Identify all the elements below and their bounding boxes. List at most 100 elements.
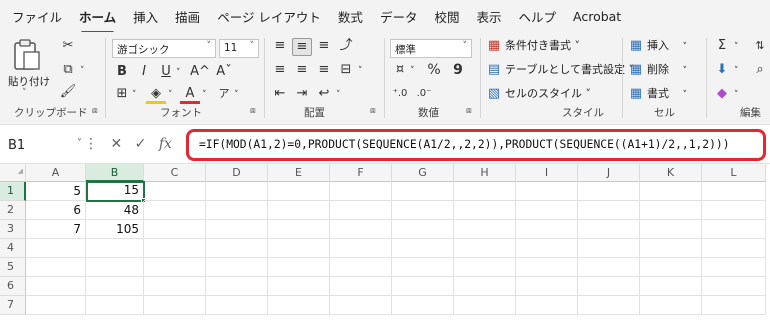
cell-c3[interactable] — [144, 220, 206, 239]
cell-f1[interactable] — [330, 182, 392, 201]
cell-g4[interactable] — [392, 239, 454, 258]
cell-i7[interactable] — [516, 296, 578, 315]
column-header-h[interactable]: H — [454, 164, 516, 182]
italic-button[interactable]: I — [134, 64, 154, 80]
cell-b6[interactable] — [86, 277, 144, 296]
cell-e4[interactable] — [268, 239, 330, 258]
column-header-k[interactable]: K — [640, 164, 702, 182]
increase-decimal-icon[interactable]: ⁺.0 — [390, 86, 410, 102]
cell-d4[interactable] — [206, 239, 268, 258]
conditional-format-button[interactable]: ▦ 条件付き書式 ˅ — [486, 38, 580, 54]
wrap-text-icon[interactable]: ↩ — [314, 86, 334, 102]
chevron-down-icon[interactable]: ˅ — [77, 138, 82, 149]
cell-h7[interactable] — [454, 296, 516, 315]
cell-j7[interactable] — [578, 296, 640, 315]
cell-l5[interactable] — [702, 258, 766, 277]
cell-b3[interactable]: 105 — [86, 220, 144, 239]
alignment-launcher-icon[interactable]: ⧈ — [370, 106, 376, 116]
decrease-decimal-icon[interactable]: .0⁻ — [414, 86, 434, 102]
cell-k5[interactable] — [640, 258, 702, 277]
align-middle-icon[interactable]: ≡ — [292, 38, 312, 56]
fill-color-dropdown-icon[interactable]: ˅ — [168, 87, 173, 103]
cell-h2[interactable] — [454, 201, 516, 220]
phonetic-icon[interactable]: ア — [214, 86, 234, 102]
underline-dropdown-icon[interactable]: ˅ — [176, 65, 181, 81]
row-header-6[interactable]: 6 — [0, 277, 26, 296]
select-all-corner[interactable]: ◢ — [0, 164, 26, 182]
cell-l2[interactable] — [702, 201, 766, 220]
cell-c2[interactable] — [144, 201, 206, 220]
column-header-c[interactable]: C — [144, 164, 206, 182]
cell-i2[interactable] — [516, 201, 578, 220]
paste-dropdown-icon[interactable]: ˅ — [22, 88, 27, 98]
fill-icon[interactable]: ⬇ — [712, 62, 732, 78]
cell-j1[interactable] — [578, 182, 640, 201]
row-header-1[interactable]: 1 — [0, 182, 26, 201]
clear-icon[interactable]: ◆ — [712, 86, 732, 102]
cell-f2[interactable] — [330, 201, 392, 220]
column-header-i[interactable]: I — [516, 164, 578, 182]
currency-icon[interactable]: ¤ — [390, 62, 410, 78]
format-cells-button[interactable]: ▦ 書式 ˅ — [628, 86, 687, 103]
cell-g5[interactable] — [392, 258, 454, 277]
column-header-f[interactable]: F — [330, 164, 392, 182]
menu-formulas[interactable]: 数式 — [338, 7, 363, 26]
cell-g2[interactable] — [392, 201, 454, 220]
cell-f7[interactable] — [330, 296, 392, 315]
align-right-icon[interactable]: ≡ — [314, 62, 334, 78]
cell-a1[interactable]: 5 — [26, 182, 86, 201]
cell-l6[interactable] — [702, 277, 766, 296]
clipboard-launcher-icon[interactable]: ⧈ — [92, 106, 98, 116]
cell-d3[interactable] — [206, 220, 268, 239]
currency-dropdown-icon[interactable]: ˅ — [410, 63, 415, 79]
cell-h5[interactable] — [454, 258, 516, 277]
cell-k2[interactable] — [640, 201, 702, 220]
cell-c6[interactable] — [144, 277, 206, 296]
cell-g6[interactable] — [392, 277, 454, 296]
align-left-icon[interactable]: ≡ — [270, 62, 290, 78]
align-center-icon[interactable]: ≡ — [292, 62, 312, 78]
menu-acrobat[interactable]: Acrobat — [573, 9, 621, 24]
spreadsheet-grid[interactable]: ◢ ABCDEFGHIJKL 1 5 15 2 6 48 3 7 105 4 5 6 7 — [0, 164, 770, 324]
cell-k4[interactable] — [640, 239, 702, 258]
cell-i1[interactable] — [516, 182, 578, 201]
cell-a7[interactable] — [26, 296, 86, 315]
format-painter-icon[interactable]: 🖌 — [58, 84, 78, 100]
number-format-select[interactable]: 標準 ˅ — [390, 39, 472, 58]
cell-i5[interactable] — [516, 258, 578, 277]
cell-k6[interactable] — [640, 277, 702, 296]
font-color-button[interactable]: A — [180, 86, 200, 104]
column-header-g[interactable]: G — [392, 164, 454, 182]
cell-l7[interactable] — [702, 296, 766, 315]
cell-c7[interactable] — [144, 296, 206, 315]
autosum-icon[interactable]: Σ — [712, 38, 732, 54]
shrink-font-button[interactable]: Aˇ — [214, 64, 234, 80]
row-header-2[interactable]: 2 — [0, 201, 26, 220]
sort-filter-icon[interactable]: ⇅ — [750, 38, 770, 54]
cell-e7[interactable] — [268, 296, 330, 315]
font-launcher-icon[interactable]: ⧈ — [250, 106, 256, 116]
cell-a2[interactable]: 6 — [26, 201, 86, 220]
cell-b4[interactable] — [86, 239, 144, 258]
phonetic-dropdown-icon[interactable]: ˅ — [234, 87, 239, 103]
cell-e3[interactable] — [268, 220, 330, 239]
percent-button[interactable]: % — [424, 62, 444, 78]
cell-h3[interactable] — [454, 220, 516, 239]
increase-indent-icon[interactable]: ⇥ — [292, 86, 312, 102]
menu-draw[interactable]: 描画 — [175, 7, 200, 26]
cell-e2[interactable] — [268, 201, 330, 220]
paste-button[interactable]: 貼り付け ˅ — [8, 38, 50, 98]
cell-l4[interactable] — [702, 239, 766, 258]
column-header-j[interactable]: J — [578, 164, 640, 182]
copy-dropdown-icon[interactable]: ˅ — [80, 63, 85, 79]
underline-button[interactable]: U — [156, 64, 176, 80]
cell-i4[interactable] — [516, 239, 578, 258]
cell-l1[interactable] — [702, 182, 766, 201]
menu-data[interactable]: データ — [380, 7, 418, 26]
font-color-dropdown-icon[interactable]: ˅ — [202, 87, 207, 103]
row-header-5[interactable]: 5 — [0, 258, 26, 277]
menu-home[interactable]: ホーム — [79, 7, 116, 34]
cell-e5[interactable] — [268, 258, 330, 277]
cell-i3[interactable] — [516, 220, 578, 239]
column-header-d[interactable]: D — [206, 164, 268, 182]
